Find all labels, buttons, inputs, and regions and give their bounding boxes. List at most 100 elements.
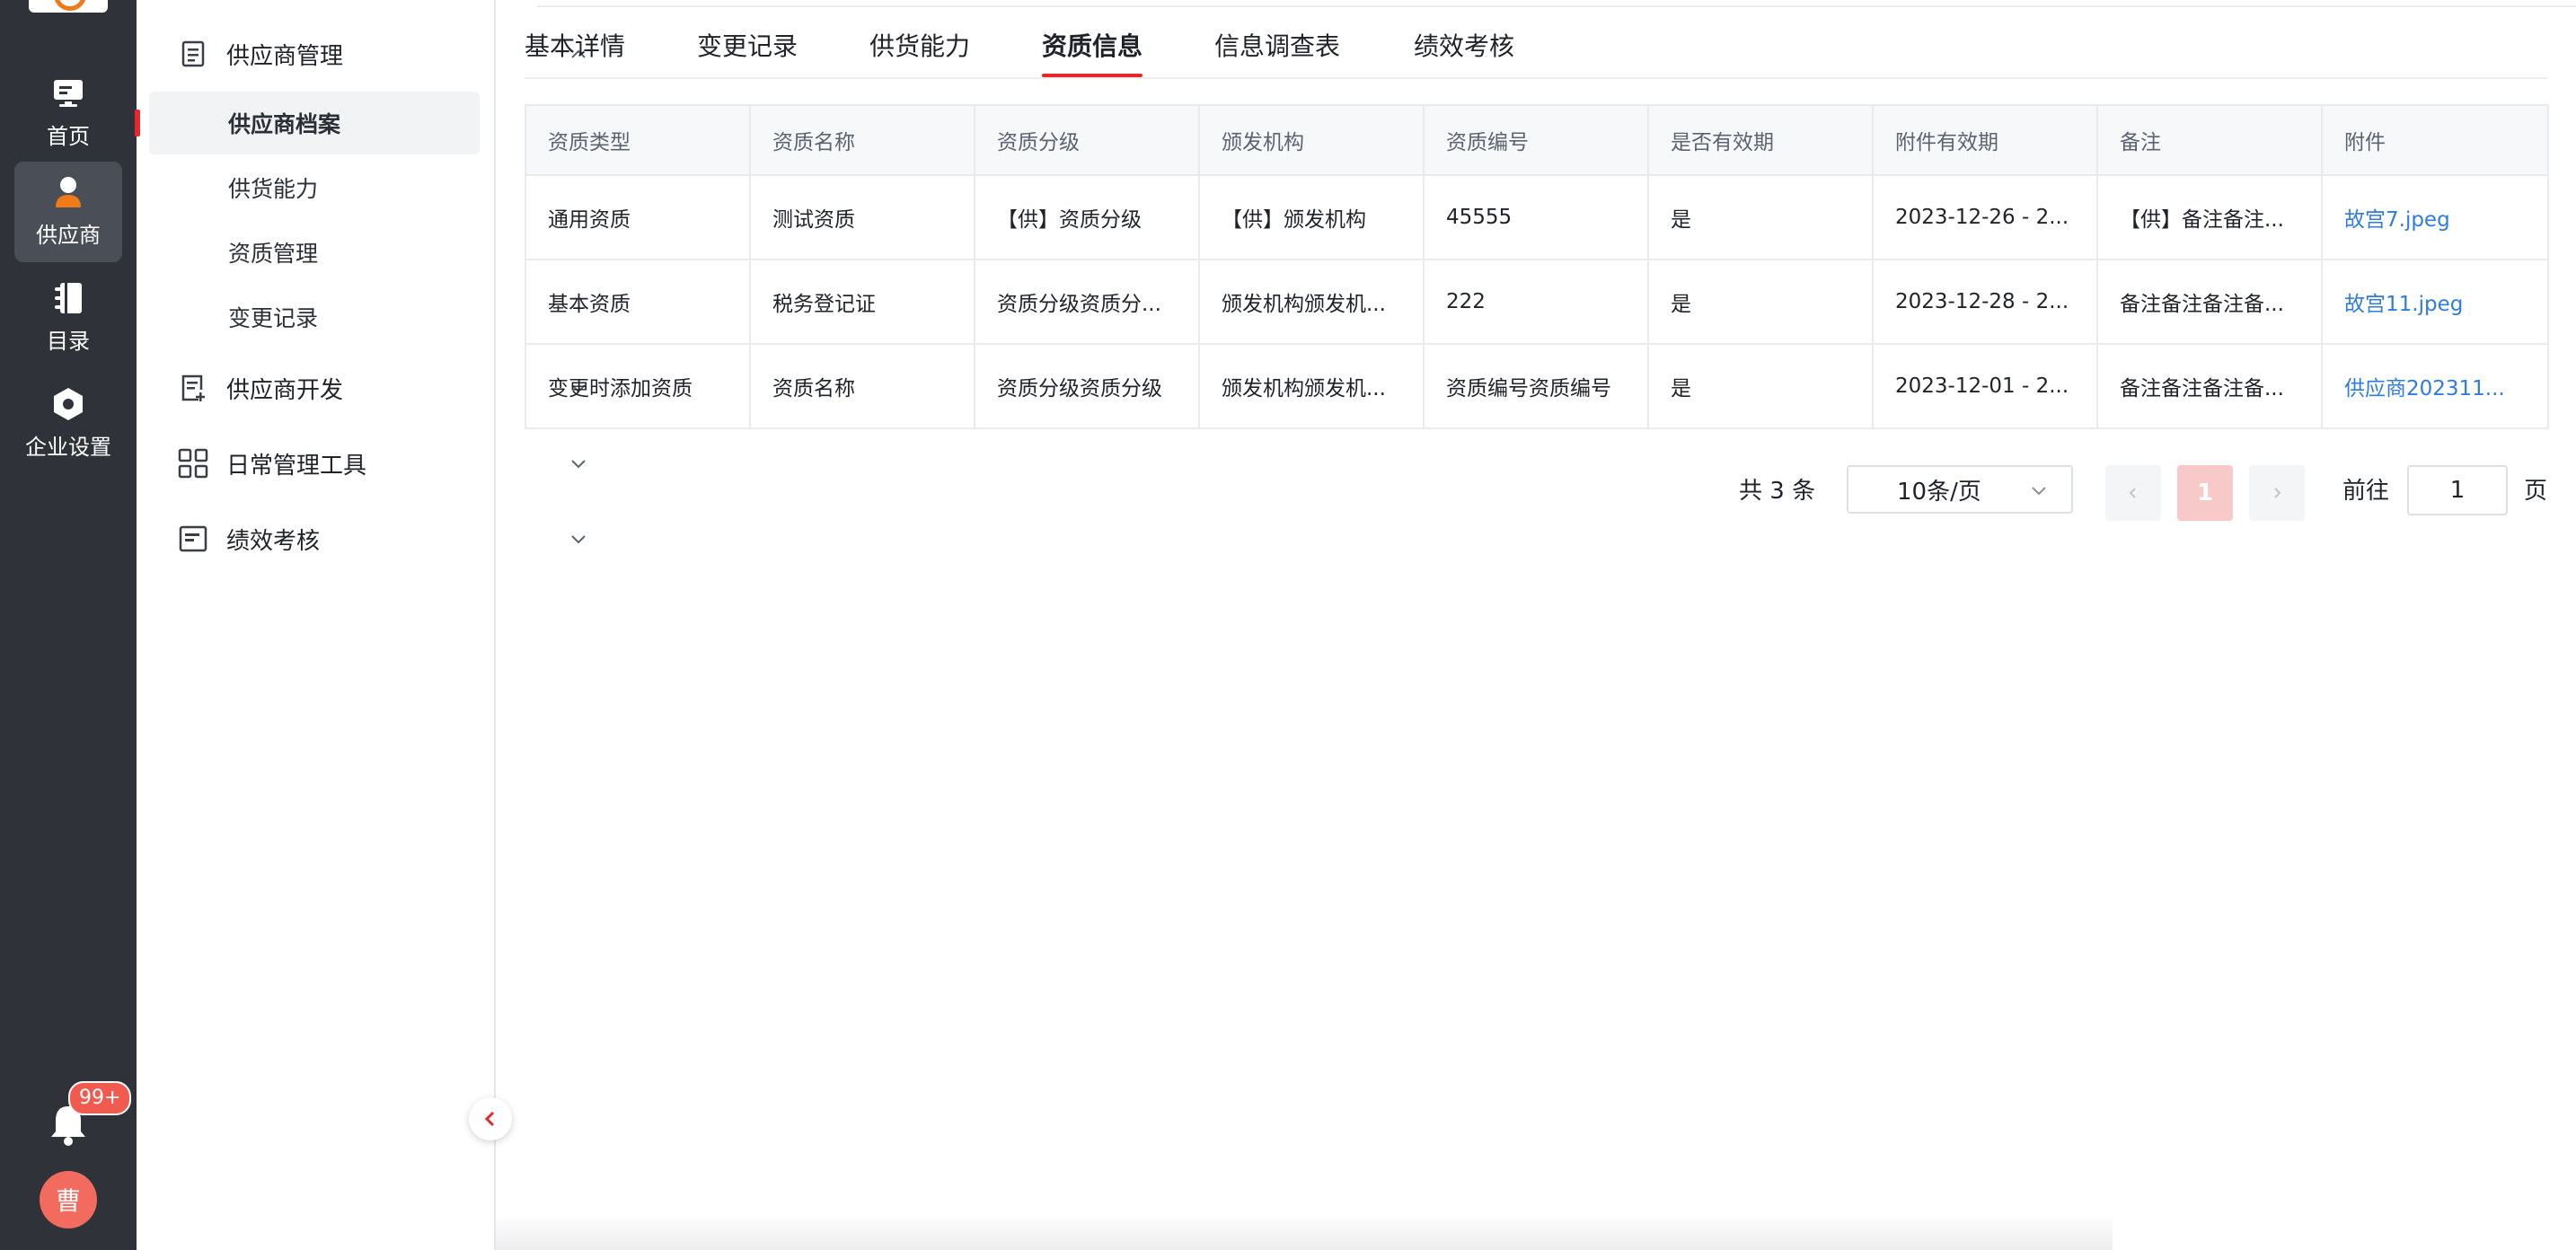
goto-label: 前往	[2342, 478, 2390, 505]
table-cell: 变更时添加资质	[525, 343, 751, 429]
menu-group-label: 供应商开发	[226, 376, 344, 404]
top-divider	[537, 5, 2576, 7]
menu-item-supplier-archive[interactable]: 供应商档案	[135, 92, 480, 154]
main-content: 基本详情 变更记录 供货能力 资质信息 信息调查表 绩效考核 资质类型 资质名称…	[496, 0, 2576, 1250]
table-cell: 税务登记证	[749, 259, 975, 345]
table-cell: 通用资质	[525, 174, 751, 260]
menu-item-qualification-management[interactable]: 资质管理	[149, 221, 480, 284]
tab-change-records[interactable]: 变更记录	[697, 27, 798, 63]
tab-qualification-info[interactable]: 资质信息	[1042, 27, 1143, 77]
attachment-link[interactable]: 供应商202311...	[2344, 377, 2505, 401]
table-cell: 颁发机构颁发机...	[1198, 259, 1425, 345]
page-size-value: 10条/页	[1897, 478, 1981, 506]
table-cell: 是	[1647, 343, 1874, 429]
rail-item-label: 企业设置	[25, 435, 111, 460]
table-header-row: 资质类型 资质名称 资质分级 颁发机构 资质编号 是否有效期 附件有效期 备注 …	[525, 104, 2549, 176]
bottom-shadow	[496, 1212, 2113, 1250]
rail-item-label: 首页	[47, 124, 90, 149]
table-cell: 2023-12-26 - 2...	[1872, 174, 2098, 260]
table-cell: 【供】颁发机构	[1198, 174, 1425, 260]
chevron-right-icon	[2274, 488, 2281, 498]
table-cell: 【供】资质分级	[974, 174, 1200, 260]
table-cell: 测试资质	[749, 174, 975, 260]
table-row: 通用资质 测试资质 【供】资质分级 【供】颁发机构 45555 是 2023-1…	[525, 174, 2549, 260]
table-cell: 供应商202311...	[2321, 343, 2549, 429]
tab-performance[interactable]: 绩效考核	[1414, 27, 1514, 63]
table-cell: 故宫7.jpeg	[2321, 174, 2549, 260]
table-cell: 资质名称	[749, 343, 975, 429]
column-header: 资质名称	[749, 104, 975, 176]
table-cell: 基本资质	[525, 259, 751, 345]
tab-supply-capacity[interactable]: 供货能力	[869, 27, 970, 63]
column-header: 资质分级	[974, 104, 1200, 176]
menu-group-label: 供应商管理	[226, 42, 344, 70]
person-icon	[50, 174, 86, 210]
table-cell: 2023-12-28 - 2...	[1872, 259, 2098, 345]
next-page-button[interactable]	[2249, 465, 2305, 521]
rail-item-enterprise-settings[interactable]: 企业设置	[14, 374, 122, 474]
attachment-link[interactable]: 故宫7.jpeg	[2344, 208, 2450, 232]
rail-item-label: 目录	[47, 329, 90, 354]
column-header: 资质类型	[525, 104, 751, 176]
table-cell: 45555	[1423, 174, 1649, 260]
document-icon	[178, 39, 208, 69]
menu-item-supply-capacity[interactable]: 供货能力	[149, 156, 480, 219]
menu-item-label: 变更记录	[228, 305, 319, 331]
rail-item-catalog[interactable]: 目录	[14, 268, 122, 368]
table-cell: 颁发机构颁发机...	[1198, 343, 1425, 429]
pagination-total: 共 3 条	[1739, 478, 1816, 505]
table-cell: 资质编号资质编号	[1423, 343, 1649, 429]
table-cell: 资质分级资质分级	[974, 343, 1200, 429]
menu-item-label: 供应商档案	[228, 111, 341, 137]
tab-bar: 基本详情 变更记录 供货能力 资质信息 信息调查表 绩效考核	[525, 22, 2547, 79]
rail-item-supplier[interactable]: 供应商	[14, 162, 122, 262]
page-number-button[interactable]: 1	[2177, 465, 2233, 521]
table-cell: 故宫11.jpeg	[2321, 259, 2549, 345]
table-row: 基本资质 税务登记证 资质分级资质分... 颁发机构颁发机... 222 是 2…	[525, 259, 2549, 345]
menu-item-label: 供货能力	[228, 176, 319, 202]
left-rail: 首页 供应商 目录 企业设置 99+ 曹	[0, 0, 137, 1250]
grid-icon	[178, 448, 208, 479]
menu-group-label: 绩效考核	[226, 527, 321, 555]
column-header: 资质编号	[1423, 104, 1649, 176]
chart-card-icon	[178, 524, 208, 554]
menu-group-supplier-management[interactable]: 供应商管理	[178, 34, 586, 74]
tab-basic-details[interactable]: 基本详情	[525, 27, 625, 63]
table-cell: 资质分级资质分...	[974, 259, 1200, 345]
table-cell: 是	[1647, 174, 1874, 260]
chevron-down-icon	[2032, 487, 2046, 496]
book-icon	[50, 280, 86, 316]
menu-group-label: 日常管理工具	[226, 452, 367, 480]
table-cell: 2023-12-01 - 2...	[1872, 343, 2098, 429]
rail-item-label: 供应商	[36, 223, 101, 248]
prev-page-button[interactable]	[2105, 465, 2161, 521]
menu-group-supplier-development[interactable]: 供应商开发	[178, 368, 586, 408]
rail-item-home[interactable]: 首页	[14, 63, 122, 163]
table-cell: 222	[1423, 259, 1649, 345]
monitor-icon	[50, 75, 86, 111]
goto-page-input[interactable]: 1	[2407, 465, 2508, 515]
page-suffix-label: 页	[2524, 478, 2548, 505]
gear-icon	[50, 386, 86, 422]
chevron-left-icon	[2129, 488, 2136, 498]
column-header: 附件	[2321, 104, 2549, 176]
menu-group-daily-tools[interactable]: 日常管理工具	[178, 444, 586, 483]
menu-group-performance[interactable]: 绩效考核	[178, 519, 586, 559]
table-cell: 备注备注备注备...	[2096, 343, 2323, 429]
page-size-select[interactable]: 10条/页	[1847, 465, 2073, 514]
table-row: 变更时添加资质 资质名称 资质分级资质分级 颁发机构颁发机... 资质编号资质编…	[525, 343, 2549, 429]
document-add-icon	[178, 373, 208, 403]
table-cell: 【供】备注备注...	[2096, 174, 2323, 260]
attachment-link[interactable]: 故宫11.jpeg	[2344, 293, 2463, 316]
avatar[interactable]: 曹	[40, 1171, 97, 1228]
menu-item-label: 资质管理	[228, 241, 319, 267]
column-header: 备注	[2096, 104, 2323, 176]
menu-item-change-records[interactable]: 变更记录	[149, 286, 480, 348]
column-header: 是否有效期	[1647, 104, 1874, 176]
qualification-table: 资质类型 资质名称 资质分级 颁发机构 资质编号 是否有效期 附件有效期 备注 …	[525, 104, 2549, 429]
app-logo[interactable]	[29, 0, 108, 13]
tab-survey-form[interactable]: 信息调查表	[1214, 27, 1340, 63]
column-header: 颁发机构	[1198, 104, 1425, 176]
sub-menu: 供应商管理 供应商档案 供货能力 资质管理 变更记录 供应商开发 日常管理工具 …	[135, 0, 586, 1250]
notification-badge: 99+	[68, 1081, 132, 1115]
